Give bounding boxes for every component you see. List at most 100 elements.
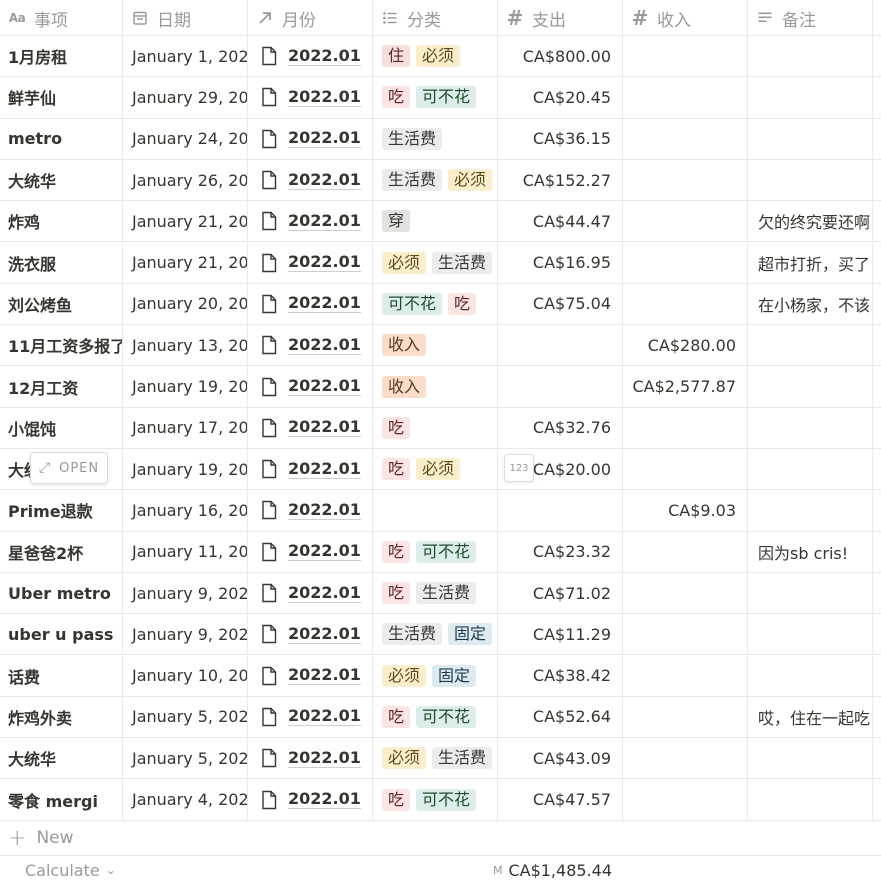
income-cell[interactable]: CA$2,577.87 bbox=[623, 366, 748, 407]
expense-cell[interactable]: CA$43.09 bbox=[498, 738, 623, 779]
month-relation-link[interactable]: 2022.01 bbox=[260, 87, 361, 107]
income-cell[interactable] bbox=[623, 118, 748, 159]
category-cell[interactable]: 穿 bbox=[373, 201, 498, 242]
row-title[interactable]: metro bbox=[0, 118, 123, 159]
month-relation-link[interactable]: 2022.01 bbox=[260, 294, 361, 314]
income-cell[interactable] bbox=[623, 779, 748, 820]
category-cell[interactable] bbox=[373, 490, 498, 531]
month-cell[interactable]: 2022.01 bbox=[248, 696, 373, 738]
row-title[interactable]: 大统华 bbox=[0, 738, 123, 779]
month-cell[interactable]: 2022.01 bbox=[248, 242, 373, 283]
row-title[interactable]: 小馄饨 bbox=[0, 407, 123, 448]
column-header[interactable]: 月份 bbox=[248, 0, 373, 36]
month-relation-link[interactable]: 2022.01 bbox=[260, 542, 361, 562]
new-row-button[interactable]: + New bbox=[0, 821, 881, 856]
category-cell[interactable]: 生活费 固定 bbox=[373, 614, 498, 655]
date-cell[interactable]: January 19, 2022 bbox=[123, 366, 248, 407]
month-cell[interactable]: 2022.01 bbox=[248, 366, 373, 407]
note-cell[interactable] bbox=[748, 36, 873, 77]
note-cell[interactable] bbox=[748, 366, 873, 407]
date-cell[interactable]: January 21, 2022 bbox=[123, 201, 248, 242]
table-row[interactable]: 小馄饨January 17, 2022 2022.01 吃 CA$32.76 bbox=[0, 407, 881, 449]
date-cell[interactable]: January 29, 2022 bbox=[123, 77, 248, 118]
month-cell[interactable]: 2022.01 bbox=[248, 490, 373, 531]
month-relation-link[interactable]: 2022.01 bbox=[260, 211, 361, 231]
expense-cell[interactable]: CA$16.95 bbox=[498, 242, 623, 283]
note-cell[interactable] bbox=[748, 738, 873, 779]
date-cell[interactable]: January 13, 2022 bbox=[123, 325, 248, 366]
month-relation-link[interactable]: 2022.01 bbox=[260, 377, 361, 397]
date-cell[interactable]: January 5, 2022 bbox=[123, 696, 248, 738]
date-cell[interactable]: January 20, 2022 bbox=[123, 283, 248, 325]
income-cell[interactable] bbox=[623, 655, 748, 696]
category-cell[interactable]: 吃可不花 bbox=[373, 77, 498, 118]
category-cell[interactable]: 必须 固定 bbox=[373, 655, 498, 696]
month-relation-link[interactable]: 2022.01 bbox=[260, 418, 361, 438]
month-relation-link[interactable]: 2022.01 bbox=[260, 46, 361, 66]
column-header[interactable]: 日期 bbox=[123, 0, 248, 36]
month-cell[interactable]: 2022.01 bbox=[248, 159, 373, 201]
expense-cell[interactable]: CA$52.64 bbox=[498, 696, 623, 738]
month-relation-link[interactable]: 2022.01 bbox=[260, 707, 361, 727]
row-title[interactable]: 刘公烤鱼 bbox=[0, 283, 123, 325]
note-cell[interactable] bbox=[748, 572, 873, 614]
income-cell[interactable] bbox=[623, 696, 748, 738]
month-cell[interactable]: 2022.01 bbox=[248, 283, 373, 325]
income-cell[interactable] bbox=[623, 36, 748, 77]
row-title[interactable]: 炸鸡外卖 bbox=[0, 696, 123, 738]
table-row[interactable]: 鲜芋仙January 29, 2022 2022.01 吃可不花CA$20.45 bbox=[0, 77, 881, 119]
note-cell[interactable] bbox=[748, 614, 873, 655]
table-row[interactable]: uber u pass January 9, 2022 2022.01 生活费 固定 CA… bbox=[0, 614, 881, 656]
month-relation-link[interactable]: 2022.01 bbox=[260, 253, 361, 273]
month-relation-link[interactable]: 2022.01 bbox=[260, 335, 361, 355]
date-cell[interactable]: January 1, 2022 bbox=[123, 36, 248, 77]
expense-cell[interactable]: CA$32.76 bbox=[498, 407, 623, 448]
month-cell[interactable]: 2022.01 bbox=[248, 738, 373, 779]
row-title[interactable]: 星爸爸2杯 bbox=[0, 531, 123, 572]
expense-cell[interactable] bbox=[498, 490, 623, 531]
month-cell[interactable]: 2022.01 bbox=[248, 325, 373, 366]
month-cell[interactable]: 2022.01 bbox=[248, 118, 373, 159]
note-cell[interactable]: 在小杨家，不该 bbox=[748, 283, 873, 325]
income-cell[interactable]: CA$280.00 bbox=[623, 325, 748, 366]
date-cell[interactable]: January 26, 2022 bbox=[123, 159, 248, 201]
income-cell[interactable] bbox=[623, 449, 748, 490]
expense-cell[interactable] bbox=[498, 325, 623, 366]
expense-cell[interactable]: CA$71.02 bbox=[498, 572, 623, 614]
month-relation-link[interactable]: 2022.01 bbox=[260, 500, 361, 520]
row-title[interactable]: uber u pass bbox=[0, 614, 123, 655]
note-cell[interactable] bbox=[748, 118, 873, 159]
note-cell[interactable] bbox=[748, 325, 873, 366]
income-cell[interactable] bbox=[623, 242, 748, 283]
expense-cell[interactable]: CA$800.00 bbox=[498, 36, 623, 77]
date-cell[interactable]: January 9, 2022 bbox=[123, 572, 248, 614]
column-header[interactable]: 备注 bbox=[748, 0, 873, 36]
category-cell[interactable]: 吃可不花 bbox=[373, 696, 498, 738]
month-cell[interactable]: 2022.01 bbox=[248, 614, 373, 655]
row-title[interactable]: 零食 mergi bbox=[0, 779, 123, 820]
income-cell[interactable] bbox=[623, 283, 748, 325]
note-cell[interactable] bbox=[748, 159, 873, 201]
expense-sum[interactable]: M CA$1,485.44 bbox=[493, 856, 623, 884]
row-title[interactable]: 鲜芋仙 bbox=[0, 77, 123, 118]
row-title[interactable]: 1月房租 bbox=[0, 36, 123, 77]
column-header[interactable]: # 支出 bbox=[498, 0, 623, 36]
expense-cell[interactable] bbox=[498, 366, 623, 407]
expense-cell[interactable]: CA$36.15 bbox=[498, 118, 623, 159]
table-row[interactable]: 洗衣服January 21, 2022 2022.01 必须生活费CA$16.95 超… bbox=[0, 242, 881, 284]
expense-cell[interactable]: CA$38.42 bbox=[498, 655, 623, 696]
date-cell[interactable]: January 11, 2022 bbox=[123, 531, 248, 572]
month-cell[interactable]: 2022.01 bbox=[248, 77, 373, 118]
month-cell[interactable]: 2022.01 bbox=[248, 449, 373, 490]
date-cell[interactable]: January 10, 2022 bbox=[123, 655, 248, 696]
expense-cell[interactable]: CA$20.45 bbox=[498, 77, 623, 118]
note-cell[interactable]: 因为sb cris! bbox=[748, 531, 873, 572]
note-cell[interactable] bbox=[748, 77, 873, 118]
month-relation-link[interactable]: 2022.01 bbox=[260, 666, 361, 686]
note-cell[interactable] bbox=[748, 655, 873, 696]
note-cell[interactable]: 超市打折，买了 bbox=[748, 242, 873, 283]
table-row[interactable]: 大统华 January 5, 2022 2022.01 必须 生活费 CA$43.09 bbox=[0, 738, 881, 780]
table-row[interactable]: 零食 mergi January 4, 2022 2022.01 吃可不花 CA$47.… bbox=[0, 779, 881, 821]
month-relation-link[interactable]: 2022.01 bbox=[260, 624, 361, 644]
column-header[interactable]: # 收入 bbox=[623, 0, 748, 36]
